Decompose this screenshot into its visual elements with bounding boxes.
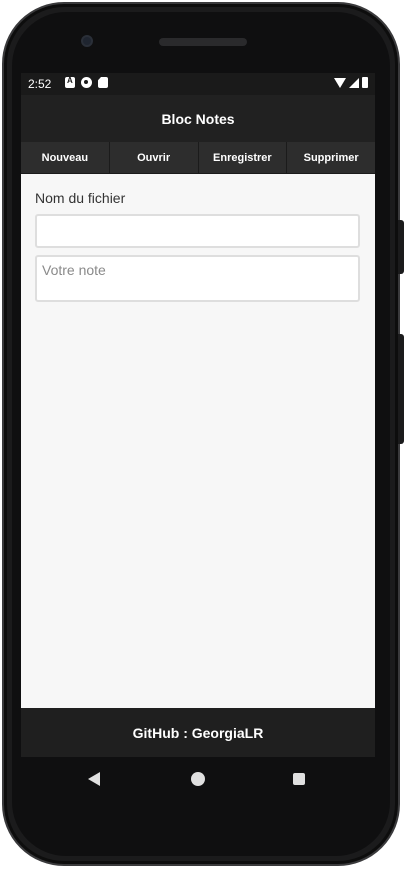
notification-a-icon [65,76,75,88]
filename-input[interactable] [35,214,360,248]
status-time: 2:52 [28,77,52,91]
delete-button[interactable]: Supprimer [287,142,375,174]
filename-label: Nom du fichier [35,190,126,206]
footer: GitHub : GeorgiaLR [21,708,375,757]
back-icon[interactable] [88,772,100,786]
note-form: Nom du fichier [21,174,375,708]
footer-github-credit: GitHub : GeorgiaLR [132,724,264,741]
front-camera [81,35,93,47]
home-icon[interactable] [191,772,205,786]
new-button[interactable]: Nouveau [21,142,110,174]
app-title: Bloc Notes [161,110,235,127]
volume-button[interactable] [398,334,404,444]
open-button[interactable]: Ouvrir [109,142,199,174]
signal-icon [349,77,359,88]
notification-p-icon [81,77,92,88]
status-notification-icons [65,76,108,88]
note-textarea[interactable] [35,255,360,302]
save-button[interactable]: Enregistrer [198,142,288,174]
status-system-icons [334,77,368,88]
battery-icon [362,77,368,88]
power-button[interactable] [398,220,404,274]
app-screen: 2:52 Bloc Notes Nouveau Ouvrir Enregistr… [21,73,375,757]
recent-apps-icon[interactable] [293,773,305,785]
earpiece-speaker [159,38,247,46]
navigation-bar [21,757,375,801]
status-bar: 2:52 [21,73,375,95]
toolbar: Nouveau Ouvrir Enregistrer Supprimer [21,142,375,174]
sd-card-icon [98,77,108,88]
app-bar: Bloc Notes [21,95,375,142]
wifi-icon [334,77,346,88]
